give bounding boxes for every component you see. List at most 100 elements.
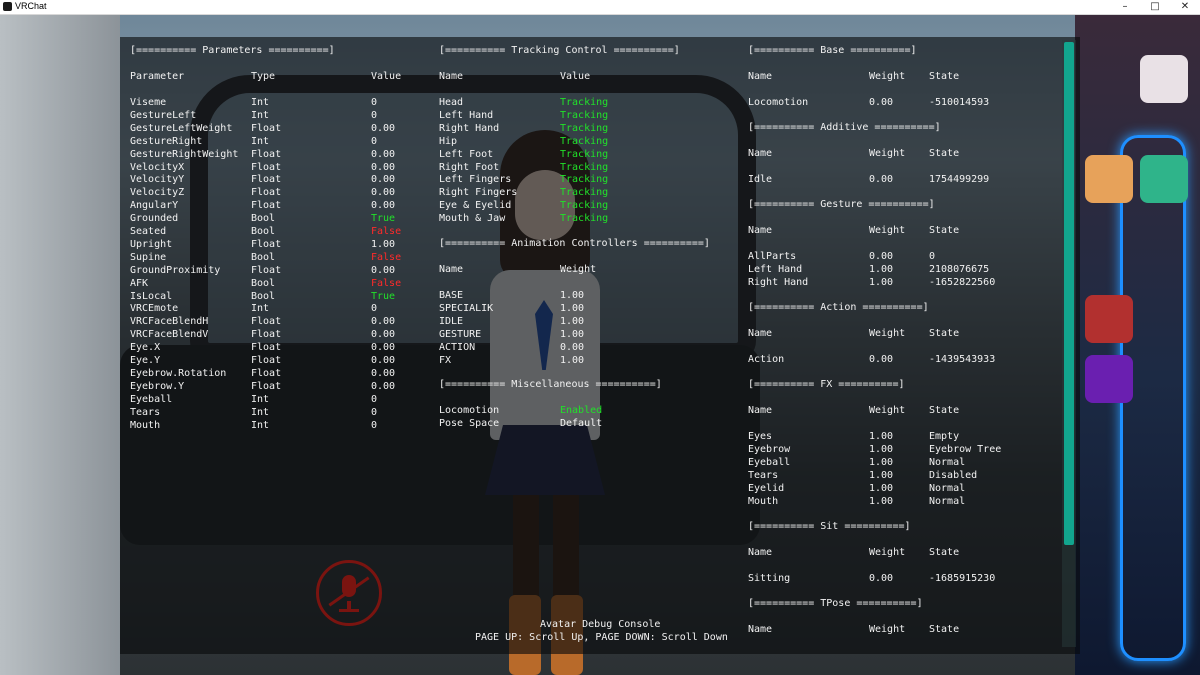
parameter-name: GestureLeftWeight [130, 123, 233, 134]
parameter-value: 0.00 [371, 265, 396, 276]
parameter-name: Upright [130, 239, 173, 250]
layer-section-header: [========== TPose ==========] [748, 598, 923, 609]
column-header-weight: Weight [869, 547, 906, 558]
parameter-name: AFK [130, 278, 149, 289]
parameter-value: True [371, 291, 396, 302]
parameter-value: False [371, 226, 402, 237]
column-header-state: State [929, 624, 960, 635]
avatar-thumbnail [1140, 55, 1188, 103]
tracking-value: Tracking [560, 110, 609, 121]
layer-weight: 1.00 [869, 457, 894, 468]
avatar-thumbnail [1085, 155, 1133, 203]
tracking-name: Hip [439, 136, 458, 147]
column-header-weight: Weight [869, 71, 906, 82]
layer-section-header: [========== Sit ==========] [748, 521, 911, 532]
layer-state: Empty [929, 431, 960, 442]
misc-value: Enabled [560, 405, 603, 416]
tracking-name: Mouth & Jaw [439, 213, 506, 224]
column-header-name: Name [439, 264, 464, 275]
column-header-value: Value [560, 71, 591, 82]
parameter-name: VRCEmote [130, 303, 179, 314]
parameter-name: Tears [130, 407, 161, 418]
column-header-weight: Weight [869, 624, 906, 635]
parameter-type: Int [251, 97, 270, 108]
parameter-name: Eye.X [130, 342, 161, 353]
tracking-name: Head [439, 97, 464, 108]
close-button[interactable]: ✕ [1170, 0, 1200, 14]
layer-name: Left Hand [748, 264, 803, 275]
parameter-value: 0.00 [371, 329, 396, 340]
parameter-name: VelocityX [130, 162, 185, 173]
parameter-value: 0.00 [371, 316, 396, 327]
parameter-type: Bool [251, 278, 276, 289]
console-title: Avatar Debug Console [540, 619, 661, 630]
parameter-type: Float [251, 174, 282, 185]
column-header-state: State [929, 148, 960, 159]
column-header-state: State [929, 71, 960, 82]
controller-weight: 1.00 [560, 303, 585, 314]
layer-name: Eyes [748, 431, 773, 442]
vrchat-app-icon [3, 2, 12, 11]
parameter-value: 0.00 [371, 123, 396, 134]
parameter-type: Float [251, 265, 282, 276]
column-header-parameter: Parameter [130, 71, 185, 82]
column-header-name: Name [748, 71, 773, 82]
parameter-value: 0.00 [371, 368, 396, 379]
layer-section-header: [========== Gesture ==========] [748, 199, 935, 210]
layer-name: Mouth [748, 496, 779, 507]
tracking-name: Left Hand [439, 110, 494, 121]
parameter-type: Float [251, 329, 282, 340]
parameter-value: 1.00 [371, 239, 396, 250]
layer-name: Idle [748, 174, 773, 185]
parameter-type: Bool [251, 226, 276, 237]
layer-section-header: [========== FX ==========] [748, 379, 905, 390]
controller-name: GESTURE [439, 329, 482, 340]
parameter-value: 0.00 [371, 162, 396, 173]
tracking-value: Tracking [560, 174, 609, 185]
avatar-thumbnail [1085, 295, 1133, 343]
parameter-type: Float [251, 381, 282, 392]
parameter-value: 0 [371, 303, 378, 314]
tracking-value: Tracking [560, 162, 609, 173]
layer-name: Right Hand [748, 277, 809, 288]
parameter-value: 0.00 [371, 355, 396, 366]
console-scrollbar-thumb[interactable] [1064, 42, 1074, 545]
column-header-weight: Weight [869, 148, 906, 159]
parameter-name: IsLocal [130, 291, 173, 302]
layer-name: Locomotion [748, 97, 809, 108]
column-header-weight: Weight [869, 405, 906, 416]
column-header-name: Name [748, 547, 773, 558]
column-header-name: Name [748, 624, 773, 635]
tracking-value: Tracking [560, 123, 609, 134]
parameter-name: Supine [130, 252, 167, 263]
controller-weight: 0.00 [560, 342, 585, 353]
microphone-muted-icon[interactable] [316, 560, 382, 626]
controller-name: IDLE [439, 316, 464, 327]
tracking-name: Right Fingers [439, 187, 518, 198]
controller-name: BASE [439, 290, 464, 301]
layer-name: Tears [748, 470, 779, 481]
layer-state: Eyebrow Tree [929, 444, 1002, 455]
layer-section-header: [========== Action ==========] [748, 302, 929, 313]
parameter-name: Eyebrow.Rotation [130, 368, 227, 379]
layer-section-header: [========== Additive ==========] [748, 122, 941, 133]
parameter-type: Float [251, 149, 282, 160]
avatar-thumbnail [1085, 355, 1133, 403]
parameter-value: False [371, 252, 402, 263]
parameter-type: Int [251, 407, 270, 418]
column-header-weight: Weight [869, 328, 906, 339]
parameter-type: Float [251, 355, 282, 366]
parameter-value: 0.00 [371, 149, 396, 160]
miscellaneous-header: [========== Miscellaneous ==========] [439, 379, 662, 390]
parameter-name: VelocityZ [130, 187, 185, 198]
layer-state: Disabled [929, 470, 978, 481]
parameter-value: 0 [371, 420, 378, 431]
controller-name: SPECIALIK [439, 303, 494, 314]
parameter-value: 0.00 [371, 342, 396, 353]
misc-name: Locomotion [439, 405, 500, 416]
scene-wall [0, 15, 120, 675]
parameter-type: Int [251, 110, 270, 121]
minimize-button[interactable]: – [1110, 0, 1140, 14]
maximize-button[interactable]: □ [1140, 0, 1170, 14]
parameter-type: Float [251, 342, 282, 353]
